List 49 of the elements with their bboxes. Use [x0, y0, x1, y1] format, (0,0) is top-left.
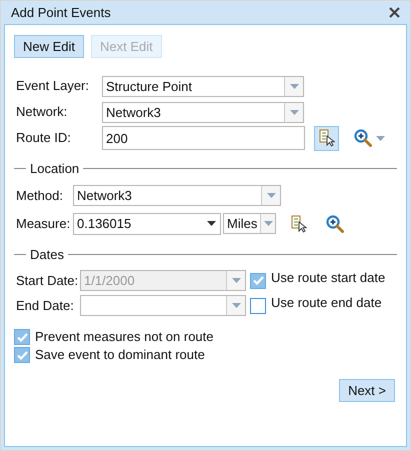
- dropdown-arrow-icon: [264, 221, 273, 226]
- dropdown-value: Network3: [76, 187, 133, 205]
- route-id-field[interactable]: 200: [102, 126, 305, 150]
- checkbox-label: Save event to dominant route: [35, 346, 205, 364]
- measure-combo[interactable]: 0.136015: [73, 212, 221, 234]
- check-icon: [252, 276, 264, 285]
- dropdown-arrow-icon: [266, 193, 276, 198]
- dropdown-arrow-icon: [290, 84, 298, 88]
- field-label: Start Date:: [15, 272, 80, 290]
- check-icon: [16, 332, 28, 342]
- checkbox-label: Use route start date: [271, 268, 386, 287]
- dropdown[interactable]: Network3: [73, 185, 281, 206]
- section-title: Location: [30, 160, 80, 178]
- units-dropdown[interactable]: Miles: [223, 213, 276, 234]
- measure-select-icon: [291, 214, 307, 232]
- dropdown-value: Structure Point: [105, 78, 193, 96]
- date-dropdown[interactable]: [80, 295, 246, 316]
- field-label: Method:: [15, 186, 64, 205]
- dropdown-value: 1/1/2000: [83, 272, 136, 290]
- checkbox-label: Use route end date: [271, 294, 382, 312]
- zoom-in-icon[interactable]: [354, 129, 372, 147]
- dropdown-arrow-icon: [376, 136, 385, 140]
- checkbox-label: Prevent measures not on route: [35, 328, 214, 346]
- field-label: Network:: [15, 103, 68, 122]
- dropdown[interactable]: Structure Point: [102, 76, 304, 96]
- dropdown[interactable]: Network3: [102, 102, 304, 122]
- dropdown-arrow-icon: [232, 303, 240, 308]
- checkbox[interactable]: [250, 298, 266, 314]
- section-title: Dates: [30, 246, 64, 264]
- map-select-icon: [318, 129, 334, 147]
- next-button[interactable]: Next >: [339, 379, 395, 402]
- checkbox[interactable]: [14, 347, 30, 363]
- field-label: Event Layer:: [15, 77, 90, 96]
- dropdown-value: Miles: [226, 215, 258, 233]
- check-icon: [16, 350, 28, 360]
- dropdown-value: Network3: [105, 104, 162, 122]
- window-title: Add Point Events: [11, 4, 111, 22]
- field-label: Route ID:: [15, 129, 72, 148]
- checkbox[interactable]: [14, 329, 30, 345]
- dropdown-arrow-icon: [290, 110, 298, 114]
- select-route-button[interactable]: [314, 126, 339, 150]
- dropdown-arrow-icon: [207, 221, 216, 226]
- field-label: Measure:: [15, 214, 72, 233]
- zoom-in-icon[interactable]: [326, 214, 344, 232]
- measure-value: 0.136015: [76, 214, 132, 233]
- close-icon[interactable]: [389, 7, 400, 18]
- dropdown-arrow-icon: [232, 278, 240, 283]
- field-label: End Date:: [15, 296, 75, 315]
- edit-button[interactable]: New Edit: [14, 35, 84, 58]
